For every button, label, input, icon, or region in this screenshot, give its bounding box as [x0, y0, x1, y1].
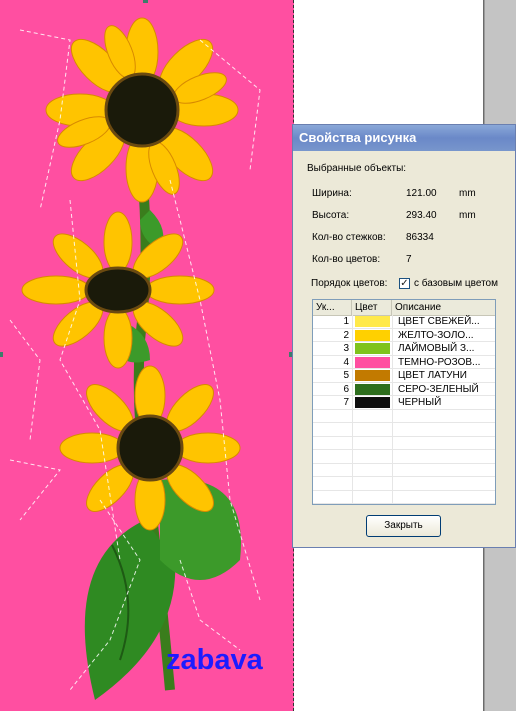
color-swatch — [355, 329, 390, 341]
width-label: Ширина: — [312, 188, 352, 199]
color-swatch — [355, 370, 390, 381]
color-swatch — [355, 316, 390, 327]
row-number: 4 — [343, 356, 349, 368]
dialog-title[interactable]: Свойства рисунка — [293, 125, 515, 151]
close-button[interactable]: Закрыть — [366, 515, 441, 537]
selected-objects-label: Выбранные объекты: — [307, 163, 407, 174]
table-row[interactable] — [313, 491, 495, 504]
picture-properties-dialog: Свойства рисунка Выбранные объекты: Шири… — [292, 124, 516, 548]
row-number: 2 — [343, 329, 349, 341]
base-color-checkbox[interactable]: ✓ — [399, 278, 410, 289]
table-row[interactable] — [313, 464, 495, 477]
height-label: Высота: — [312, 210, 350, 221]
width-value: 121.00 — [406, 188, 437, 199]
table-row[interactable]: 4 ТЕМНО-РОЗОВ... — [313, 356, 495, 369]
color-description: ТЕМНО-РОЗОВ... — [398, 356, 481, 368]
row-number: 6 — [343, 383, 349, 395]
color-description: ЧЕРНЫЙ — [398, 397, 442, 408]
color-description: ЖЕЛТО-ЗОЛО... — [398, 329, 474, 341]
row-number: 3 — [343, 343, 349, 354]
column-header-color[interactable]: Цвет — [352, 300, 392, 315]
table-row[interactable]: 2 ЖЕЛТО-ЗОЛО... — [313, 329, 495, 342]
colors-count-label: Кол-во цветов: — [312, 254, 381, 265]
table-row[interactable]: 5 ЦВЕТ ЛАТУНИ — [313, 369, 495, 383]
color-description: ЛАЙМОВЫЙ З... — [398, 343, 475, 354]
color-description: ЦВЕТ ЛАТУНИ — [398, 370, 467, 381]
table-row[interactable]: 1 ЦВЕТ СВЕЖЕЙ... — [313, 315, 495, 329]
colors-count-value: 7 — [406, 254, 412, 265]
height-value: 293.40 — [406, 210, 437, 221]
table-row[interactable]: 6 СЕРО-ЗЕЛЕНЫЙ — [313, 383, 495, 396]
sunflower-artwork — [0, 0, 292, 700]
column-header-number[interactable]: Ук... — [313, 300, 352, 315]
base-color-label: с базовым цветом — [414, 278, 498, 289]
table-row[interactable] — [313, 437, 495, 450]
height-unit: mm — [459, 210, 476, 221]
row-number: 5 — [343, 370, 349, 381]
row-number: 7 — [343, 397, 349, 408]
watermark-text: zabava — [166, 644, 263, 676]
table-row[interactable] — [313, 450, 495, 464]
width-unit: mm — [459, 188, 476, 199]
embroidery-canvas[interactable]: zabava — [0, 0, 294, 711]
table-row[interactable] — [313, 423, 495, 437]
column-header-description[interactable]: Описание — [392, 300, 495, 315]
color-description: ЦВЕТ СВЕЖЕЙ... — [398, 316, 480, 327]
color-description: СЕРО-ЗЕЛЕНЫЙ — [398, 383, 479, 395]
color-swatch — [355, 343, 390, 354]
table-row[interactable]: 7 ЧЕРНЫЙ — [313, 396, 495, 410]
stitches-value: 86334 — [406, 232, 434, 243]
table-row[interactable] — [313, 410, 495, 423]
color-swatch — [355, 397, 390, 408]
color-list-table: Ук... Цвет Описание 1 ЦВЕТ СВЕЖЕЙ... 2 ЖЕЛТ… — [312, 299, 496, 505]
color-swatch — [355, 383, 390, 395]
row-number: 1 — [343, 316, 349, 327]
stitches-label: Кол-во стежков: — [312, 232, 386, 243]
table-header: Ук... Цвет Описание — [313, 300, 495, 316]
color-swatch — [355, 356, 390, 368]
color-order-label: Порядок цветов: — [311, 278, 388, 289]
table-row[interactable] — [313, 477, 495, 491]
table-row[interactable]: 3 ЛАЙМОВЫЙ З... — [313, 342, 495, 356]
